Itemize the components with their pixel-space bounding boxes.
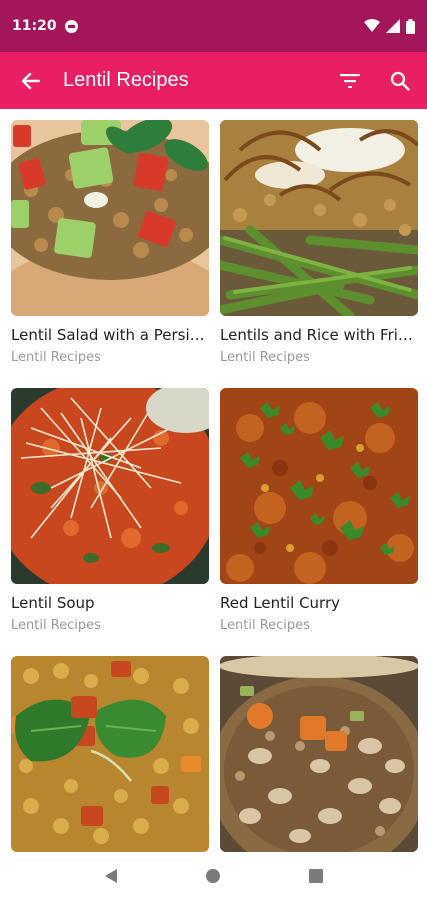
status-icons bbox=[364, 18, 415, 34]
recipe-category: Lentil Recipes bbox=[220, 350, 310, 365]
back-triangle-icon bbox=[105, 869, 118, 883]
nav-back-button[interactable] bbox=[91, 856, 131, 896]
recipe-image bbox=[11, 388, 209, 584]
recipe-card[interactable]: Lentil Salad with a Persian Twist Lentil… bbox=[11, 120, 209, 365]
filter-button[interactable] bbox=[325, 52, 375, 109]
arrow-back-icon bbox=[21, 72, 40, 89]
recipe-name: Lentils and Rice with Fried Onions bbox=[220, 326, 418, 344]
nav-recents-button[interactable] bbox=[296, 856, 336, 896]
recipe-name: Lentil Salad with a Persian Twist bbox=[11, 326, 209, 344]
back-button[interactable] bbox=[0, 52, 60, 109]
battery-icon bbox=[406, 18, 415, 34]
search-icon bbox=[390, 71, 410, 91]
recipe-image bbox=[220, 388, 418, 584]
wifi-icon bbox=[364, 19, 380, 32]
recipe-name: Red Lentil Curry bbox=[220, 594, 341, 612]
recipe-image bbox=[220, 120, 418, 316]
app-bar: Lentil Recipes bbox=[0, 52, 427, 109]
status-time: 11:20 bbox=[12, 18, 57, 34]
recipe-category: Lentil Recipes bbox=[11, 350, 101, 365]
nav-home-button[interactable] bbox=[193, 856, 233, 896]
recipe-card[interactable]: Lentils and Rice with Fried Onions Lenti… bbox=[220, 120, 418, 365]
recipe-card[interactable]: Lentil Soup Lentil Recipes bbox=[11, 388, 209, 633]
filter-icon bbox=[340, 73, 360, 88]
page-title: Lentil Recipes bbox=[63, 69, 189, 91]
recents-square-icon bbox=[308, 869, 323, 883]
recipe-category: Lentil Recipes bbox=[220, 618, 310, 633]
recipe-card[interactable] bbox=[220, 656, 418, 858]
recipe-image bbox=[11, 656, 209, 852]
home-circle-icon bbox=[206, 869, 221, 883]
recipe-grid: Lentil Salad with a Persian Twist Lentil… bbox=[0, 109, 427, 858]
system-nav-bar bbox=[0, 852, 427, 900]
recipe-name: Lentil Soup bbox=[11, 594, 95, 612]
status-bar: 11:20 bbox=[0, 0, 427, 52]
search-button[interactable] bbox=[375, 52, 425, 109]
recipe-category: Lentil Recipes bbox=[11, 618, 101, 633]
recipe-card[interactable]: Red Lentil Curry Lentil Recipes bbox=[220, 388, 418, 633]
recipe-image bbox=[11, 120, 209, 316]
recipe-card[interactable] bbox=[11, 656, 209, 858]
dnd-icon bbox=[64, 19, 78, 33]
recipe-image bbox=[220, 656, 418, 852]
signal-icon bbox=[386, 19, 400, 33]
